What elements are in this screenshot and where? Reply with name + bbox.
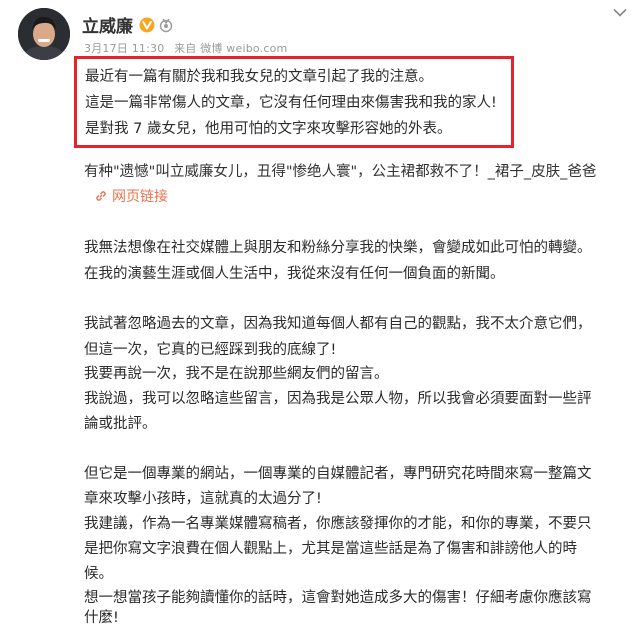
body-line-2: 在我的演藝生涯或個人生活中，我從來沒有任何一個負面的新聞。 xyxy=(84,266,505,282)
shared-article-title[interactable]: 有种"遗憾"叫立威廉女儿，丑得"惨绝人寰"，公主裙都救不了！_裙子_皮肤_爸爸 xyxy=(84,160,596,181)
body-line-10: 我建議，作為一名專業媒體寫稿者，你應該發揮你的才能，和你的專業，不要只 xyxy=(84,516,592,532)
body-line-6: 我說過，我可以忽略這些留言，因為我是公眾人物，所以我會必須要面對一些評 xyxy=(84,391,592,407)
body-line-11: 是把你寫文字浪費在個人觀點上，尤其是當這些話是為了傷害和誹謗他人的時 xyxy=(84,541,577,557)
chevron-down-icon[interactable] xyxy=(613,8,627,18)
body-line-9: 章來攻擊小孩時，這就真的太過分了! xyxy=(84,491,322,507)
body-line-4: 但這一次，它真的已經踩到我的底線了! xyxy=(84,342,337,358)
body-line-3: 我試著忽略過去的文章，因為我知道每個人都有自己的觀點，我不太介意它們， xyxy=(84,316,592,332)
post-source: 来自 微博 weibo.com xyxy=(174,42,288,55)
highlighted-statement: 最近有一篇有關於我和我女兒的文章引起了我的注意。 這是一篇非常傷人的文章，它沒有… xyxy=(74,56,514,148)
vip-badge-icon xyxy=(139,17,155,32)
body-line-13: 想一想當孩子能夠讀懂你的話時，這會對她造成多大的傷害！仔細考慮你應該寫 xyxy=(84,590,592,606)
author-name-row: 立威廉 xyxy=(82,12,174,37)
post-meta: 3月17日 11:30 来自 微博 weibo.com xyxy=(84,40,293,56)
web-link-label[interactable]: 网页链接 xyxy=(112,186,168,206)
body-line-5: 我要再說一次，我不是在說那些網友們的留言。 xyxy=(84,366,389,382)
post-time[interactable]: 3月17日 11:30 xyxy=(84,42,164,55)
highlight-line-1: 最近有一篇有關於我和我女兒的文章引起了我的注意。 xyxy=(85,69,433,85)
body-line-7: 論或批評。 xyxy=(84,416,157,432)
medal-icon[interactable] xyxy=(158,17,174,33)
highlight-line-2: 這是一篇非常傷人的文章，它沒有任何理由來傷害我和我的家人! xyxy=(85,95,497,111)
weibo-post: 立威廉 3月17日 11:30 来自 微博 weibo.com 最近有一篇有關於… xyxy=(0,0,641,626)
highlight-line-3: 是對我 7 歲女兒，他用可怕的文字來攻擊形容她的外表。 xyxy=(85,121,452,137)
body-line-12: 候。 xyxy=(84,566,113,582)
web-link[interactable]: 网页链接 xyxy=(94,186,168,206)
link-icon xyxy=(96,191,106,201)
body-line-14: 什麼! xyxy=(84,610,119,626)
author-name[interactable]: 立威廉 xyxy=(82,12,133,37)
avatar[interactable] xyxy=(18,8,70,60)
body-line-1: 我無法想像在社交媒體上與朋友和粉絲分享我的快樂，會變成如此可怕的轉變。 xyxy=(84,240,592,256)
body-line-8: 但它是一個專業的網站，一個專業的自媒體記者，專門研究花時間來寫一整篇文 xyxy=(84,466,592,482)
